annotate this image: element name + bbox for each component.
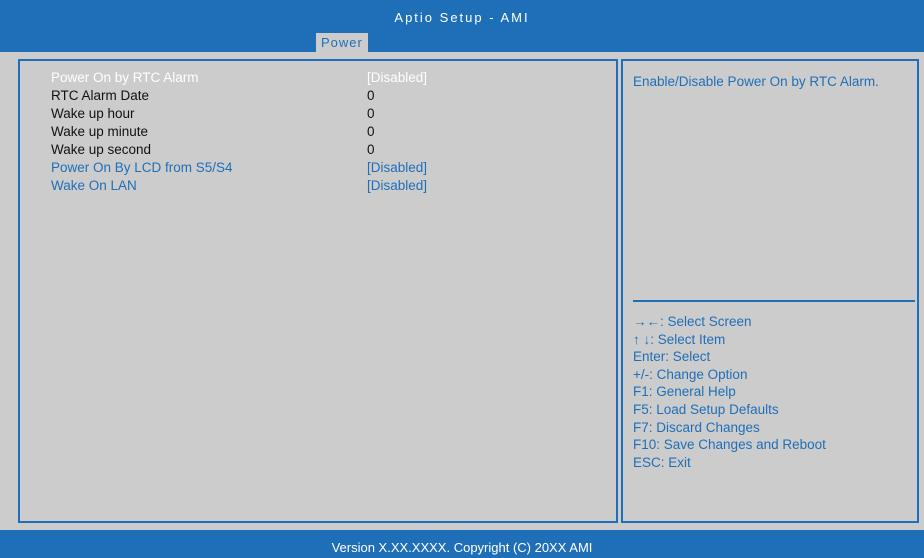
key-select-item: ↑ ↓: Select Item [633, 331, 726, 347]
setting-value[interactable]: [Disabled] [367, 159, 427, 177]
setting-wake-up-second: Wake up second 0 [51, 141, 611, 159]
setting-value: 0 [367, 142, 375, 157]
setting-label: Wake up minute [51, 124, 149, 139]
setting-wake-on-lan[interactable]: Wake On LAN [Disabled] [51, 177, 611, 195]
key-f5: F5: Load Setup Defaults [633, 401, 779, 417]
tab-power[interactable]: Power [316, 33, 368, 52]
key-legend: →←: Select Screen ↑ ↓: Select Item Enter… [633, 313, 913, 471]
key-select-screen: →←: Select Screen [633, 314, 752, 329]
setting-power-on-rtc-alarm[interactable]: Power On by RTC Alarm [Disabled] [51, 69, 611, 87]
setting-rtc-alarm-date: RTC Alarm Date 0 [51, 87, 611, 105]
app-title: Aptio Setup - AMI [394, 10, 530, 25]
setting-wake-up-hour: Wake up hour 0 [51, 105, 611, 123]
main-area: Power On by RTC Alarm [Disabled] RTC Ala… [0, 52, 924, 530]
setting-value: 0 [367, 124, 375, 139]
setting-value: 0 [367, 106, 375, 121]
footer-bar: Version X.XX.XXXX. Copyright (C) 20XX AM… [0, 530, 924, 558]
setting-label: Power On by RTC Alarm [51, 70, 199, 85]
key-f10: F10: Save Changes and Reboot [633, 437, 826, 453]
setting-label: Wake up second [51, 142, 152, 157]
key-change-option: +/-: Change Option [633, 366, 748, 382]
setting-label: RTC Alarm Date [51, 88, 150, 103]
setting-value: 0 [367, 88, 375, 103]
help-divider [633, 300, 915, 302]
setting-power-on-lcd[interactable]: Power On By LCD from S5/S4 [Disabled] [51, 159, 611, 177]
version-text: Version X.XX.XXXX. Copyright (C) 20XX AM… [331, 540, 593, 555]
key-esc: ESC: Exit [633, 454, 691, 470]
help-text: Enable/Disable Power On by RTC Alarm. [633, 74, 879, 89]
key-f7: F7: Discard Changes [633, 419, 760, 435]
setting-label: Wake On LAN [51, 178, 137, 193]
help-panel: Enable/Disable Power On by RTC Alarm. →←… [621, 59, 919, 523]
setting-label: Wake up hour [51, 106, 135, 121]
setting-wake-up-minute: Wake up minute 0 [51, 123, 611, 141]
key-enter: Enter: Select [633, 349, 711, 365]
settings-panel: Power On by RTC Alarm [Disabled] RTC Ala… [18, 59, 618, 523]
setting-value[interactable]: [Disabled] [367, 69, 427, 87]
header-bar: Aptio Setup - AMI Power [0, 0, 924, 52]
setting-value[interactable]: [Disabled] [367, 177, 427, 195]
key-f1: F1: General Help [633, 384, 736, 400]
setting-label: Power On By LCD from S5/S4 [51, 160, 233, 175]
